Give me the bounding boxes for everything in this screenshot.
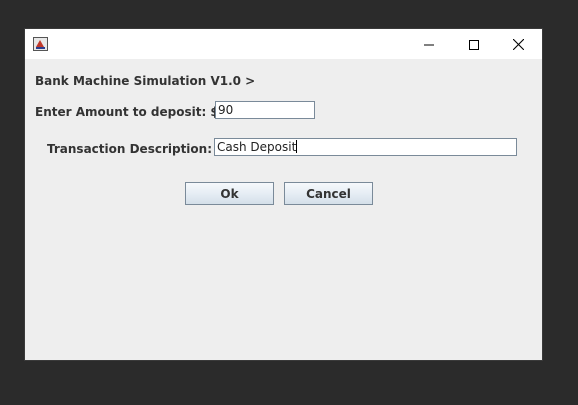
amount-input-value: 90 [218, 103, 234, 117]
app-heading: Bank Machine Simulation V1.0 > [35, 74, 256, 88]
app-window: Bank Machine Simulation V1.0 > Enter Amo… [25, 29, 542, 360]
close-button[interactable] [496, 29, 541, 59]
description-input[interactable]: Cash Deposit [214, 138, 517, 156]
text-caret [296, 140, 298, 153]
close-icon [512, 35, 525, 54]
dialog-content: Bank Machine Simulation V1.0 > Enter Amo… [25, 59, 542, 360]
java-app-icon [33, 36, 48, 51]
cancel-button[interactable]: Cancel [284, 182, 373, 205]
title-bar[interactable] [25, 29, 542, 59]
ok-button[interactable]: Ok [185, 182, 274, 205]
minimize-icon [423, 35, 434, 54]
amount-input[interactable]: 90 [215, 101, 315, 119]
minimize-button[interactable] [406, 29, 451, 59]
amount-label: Enter Amount to deposit: $ [35, 105, 219, 119]
description-label: Transaction Description: [47, 142, 213, 156]
maximize-button[interactable] [451, 29, 496, 59]
maximize-icon [468, 35, 479, 54]
description-input-value: Cash Deposit [217, 140, 297, 154]
